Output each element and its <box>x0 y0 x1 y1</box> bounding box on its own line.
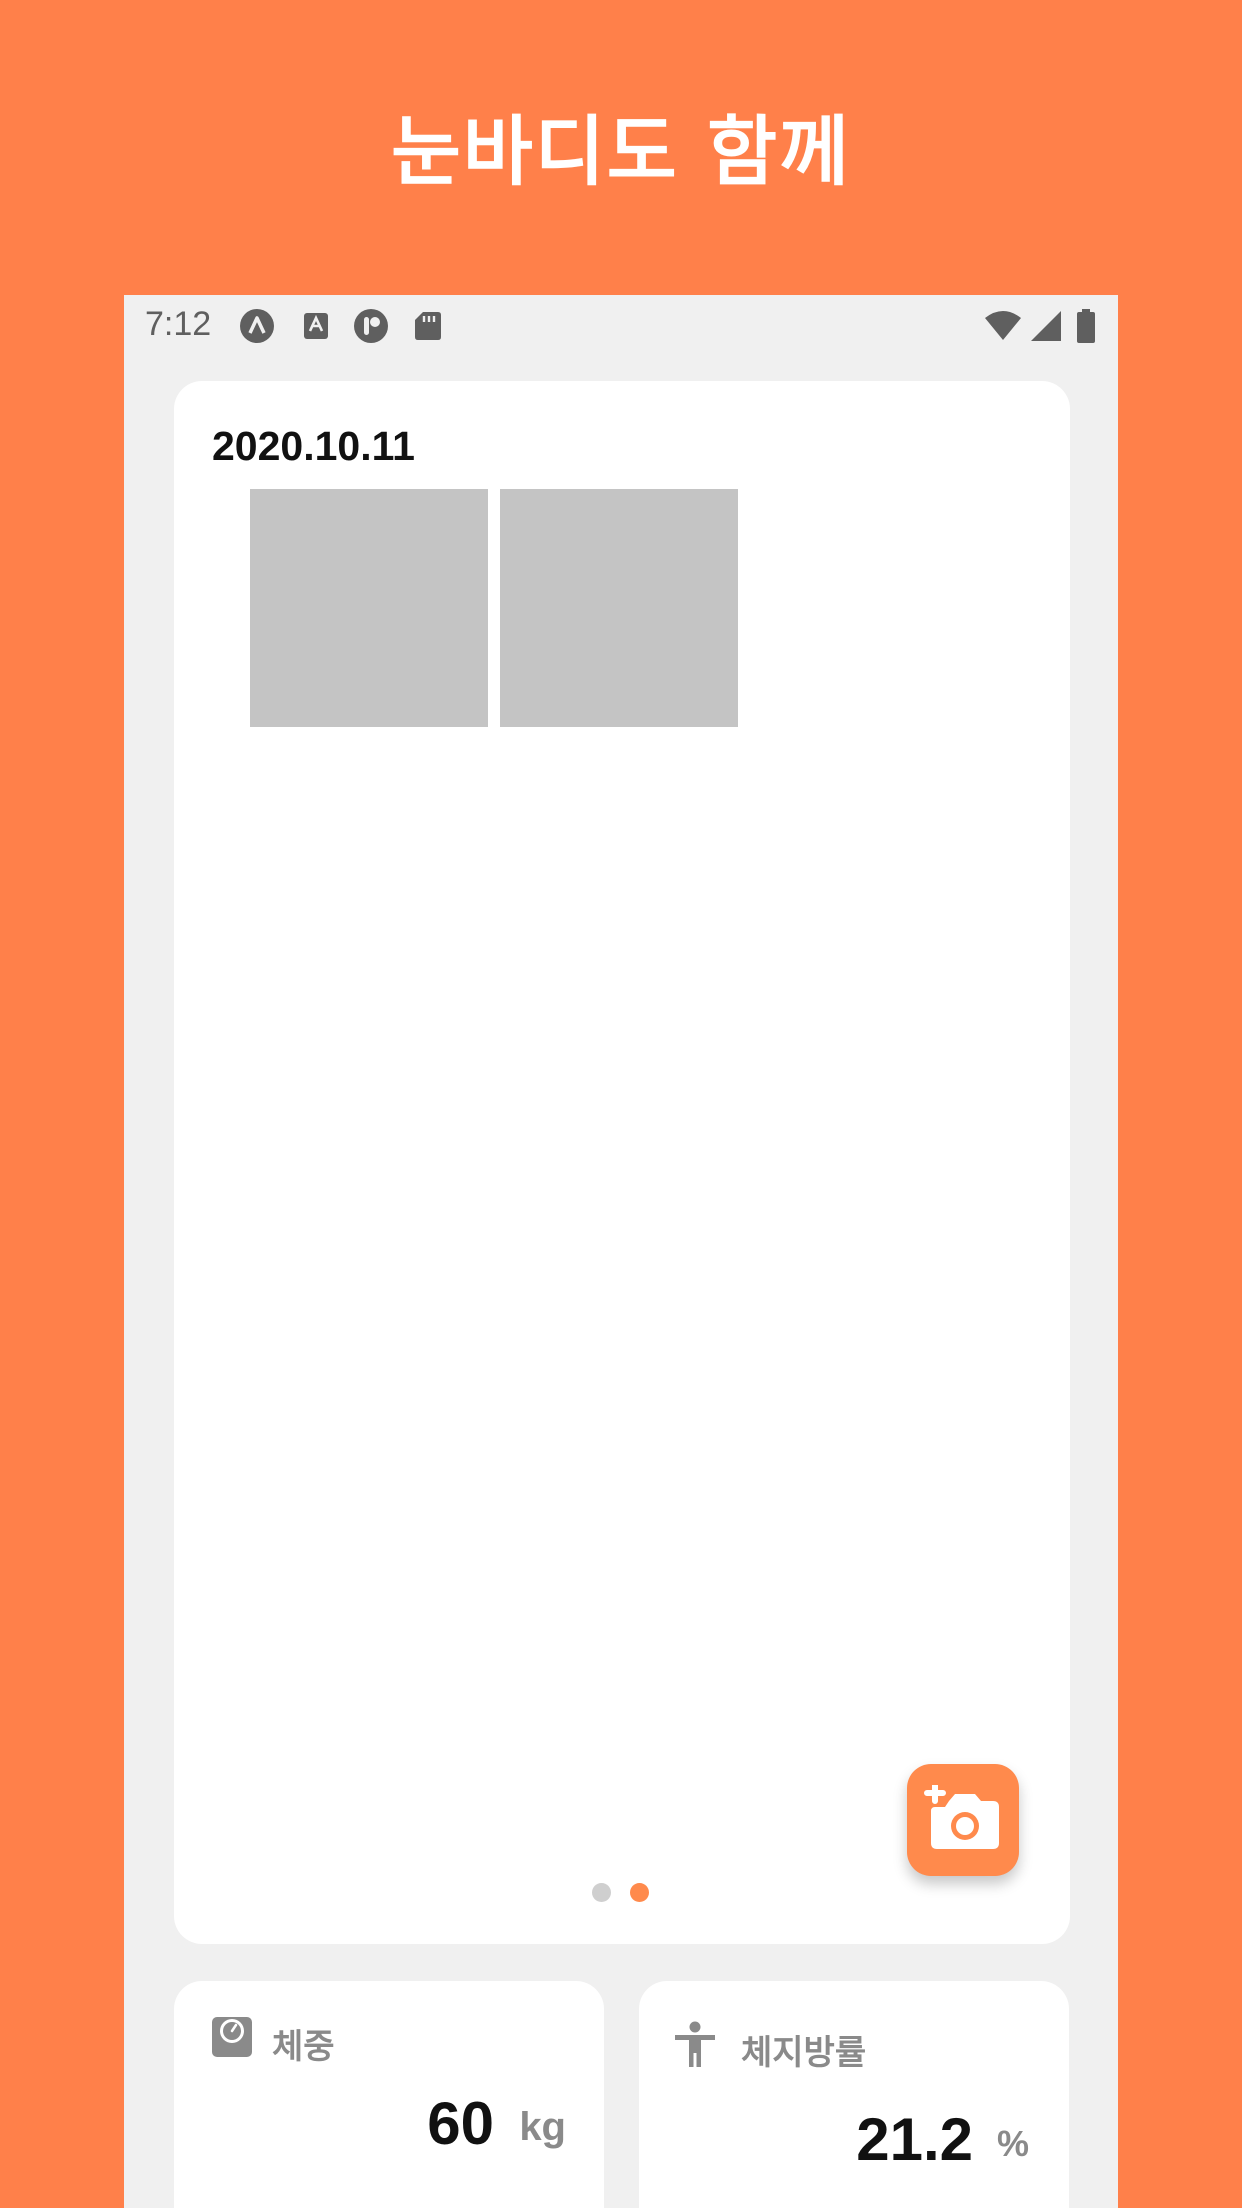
weight-value: 60 <box>427 2090 494 2157</box>
weight-unit: kg <box>519 2105 566 2149</box>
cell-signal-icon <box>1031 311 1061 341</box>
add-photo-camera-icon <box>924 1785 999 1849</box>
scale-icon <box>212 2017 252 2057</box>
text-a-icon <box>304 313 328 339</box>
body-fat-unit: % <box>996 2123 1029 2164</box>
phone-screen: 7:12 2020.10.11 체중 60 kg 체지방률 21.2 % <box>124 295 1118 2208</box>
photo-thumbnail[interactable] <box>250 489 488 727</box>
sd-card-icon <box>415 312 441 340</box>
body-fat-label: 체지방률 <box>741 2033 867 2073</box>
add-photo-button[interactable] <box>907 1764 1019 1876</box>
photo-card: 2020.10.11 <box>174 381 1070 1944</box>
notification-a-icon <box>240 309 274 343</box>
photo-thumbnail[interactable] <box>500 489 738 727</box>
person-icon <box>675 2021 715 2067</box>
promo-headline: 눈바디도 함께 <box>391 107 851 196</box>
pager-dot-active[interactable] <box>630 1883 649 1902</box>
weight-card[interactable]: 체중 60 kg <box>174 1981 604 2208</box>
notification-p-icon <box>354 309 388 343</box>
pager-dot[interactable] <box>592 1883 611 1902</box>
status-bar: 7:12 <box>124 295 1118 355</box>
status-time: 7:12 <box>145 305 212 343</box>
wifi-icon <box>985 311 1021 340</box>
body-fat-card[interactable]: 체지방률 21.2 % <box>639 1981 1069 2208</box>
weight-label: 체중 <box>272 2027 335 2067</box>
photo-date: 2020.10.11 <box>212 423 415 469</box>
body-fat-value: 21.2 <box>856 2106 973 2173</box>
battery-icon <box>1077 309 1095 343</box>
